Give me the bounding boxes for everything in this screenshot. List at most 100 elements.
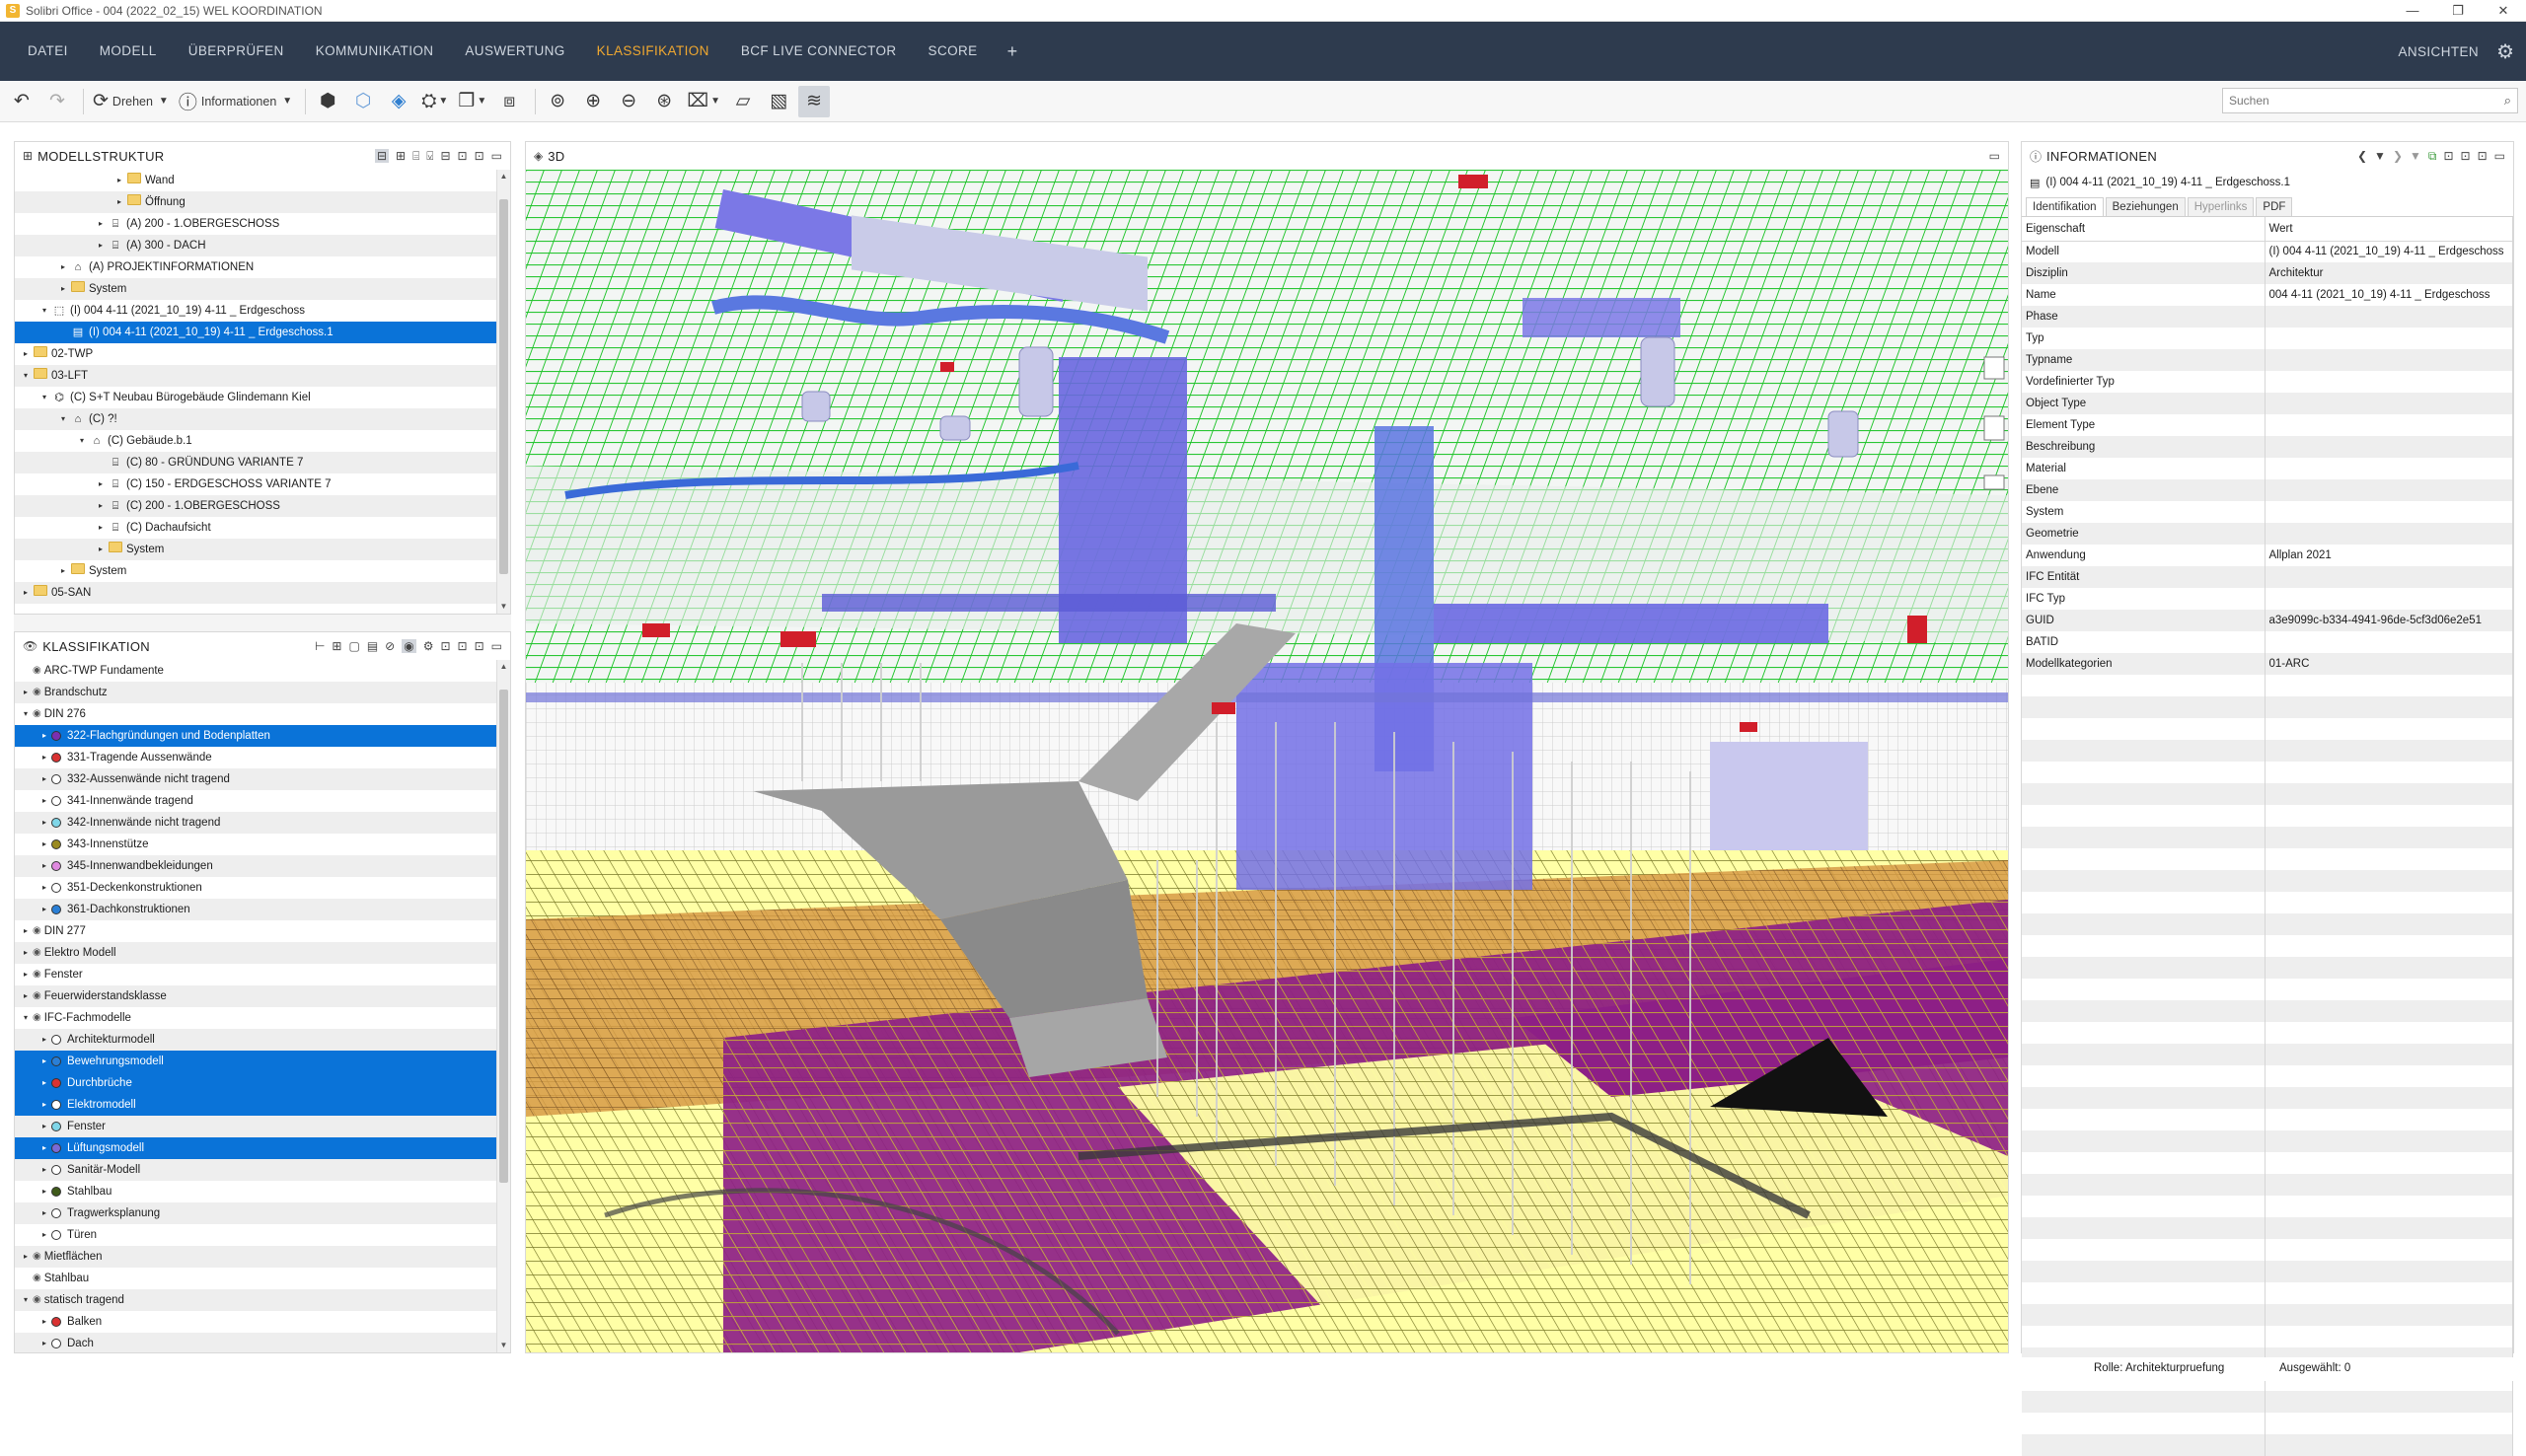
expand-arrow-icon[interactable]: ▸	[37, 1094, 51, 1116]
select-components-icon[interactable]: ⬡	[347, 86, 379, 117]
visibility-icon[interactable]: ⛭ ▼	[418, 86, 451, 117]
settings-icon[interactable]: ⚙	[423, 639, 434, 653]
structure-icon[interactable]: ⌸	[412, 149, 419, 164]
expand-arrow-icon[interactable]: ▸	[19, 582, 33, 604]
property-row[interactable]: Modell (I) 004 4-11 (2021_10_19) 4-11 _ E…	[2022, 241, 2513, 262]
expand-arrow-icon[interactable]: ▸	[19, 942, 33, 964]
panel-copy-icon[interactable]: ⊡	[458, 149, 468, 163]
transparency-icon[interactable]: ⌧ ▼	[684, 86, 723, 117]
classification-row[interactable]: ◉ ARC-TWP Fundamente	[15, 660, 510, 682]
select-objects-icon[interactable]: ⬢	[312, 86, 343, 117]
collapse-arrow-icon[interactable]: ▾	[37, 300, 51, 322]
expand-arrow-icon[interactable]: ▸	[19, 1246, 33, 1268]
expand-arrow-icon[interactable]: ▸	[94, 539, 108, 560]
classification-row[interactable]: ▸ Architekturmodell	[15, 1029, 510, 1051]
panel-paste-icon[interactable]: ⊡	[475, 149, 484, 163]
model-tree-row[interactable]: ▸ ⌸ (A) 300 - DACH	[15, 235, 510, 256]
add-layout-button[interactable]: +	[994, 41, 1032, 62]
classification-eye-icon[interactable]: ◉	[33, 682, 41, 703]
classification-row[interactable]: ▸ Dach	[15, 1333, 510, 1352]
menu-bcf-live-connector[interactable]: BCF LIVE CONNECTOR	[725, 22, 913, 81]
panel-maximize-icon[interactable]: ▭	[1989, 149, 2000, 163]
export-icon[interactable]: ⊡	[440, 639, 450, 653]
maximize-button[interactable]: ❐	[2435, 0, 2481, 22]
expand-arrow-icon[interactable]: ▸	[37, 877, 51, 899]
expand-arrow-icon[interactable]: ▸	[94, 495, 108, 517]
expand-arrow-icon[interactable]: ▸	[94, 473, 108, 495]
panel-maximize-icon[interactable]: ▭	[491, 149, 502, 163]
tab-pdf[interactable]: PDF	[2256, 197, 2293, 216]
menu-ueberpruefen[interactable]: ÜBERPRÜFEN	[173, 22, 300, 81]
panel-splitter[interactable]	[14, 615, 511, 631]
information-button[interactable]: ⓘ Informationen ▼	[176, 86, 295, 117]
model-tree-row[interactable]: ▤ (I) 004 4-11 (2021_10_19) 4-11 _ Erdges…	[15, 322, 510, 343]
classification-row[interactable]: ▸ 351-Deckenkonstruktionen	[15, 877, 510, 899]
expand-arrow-icon[interactable]: ▸	[37, 768, 51, 790]
classification-row[interactable]: ▸ ◉ Feuerwiderstandsklasse	[15, 985, 510, 1007]
collapse-all-icon[interactable]: ⊟	[440, 149, 450, 163]
expand-arrow-icon[interactable]: ▸	[19, 985, 33, 1007]
classification-row[interactable]: ▸ Balken	[15, 1311, 510, 1333]
classification-eye-icon[interactable]: ◉	[33, 985, 41, 1007]
property-row[interactable]: Modellkategorien 01-ARC	[2022, 653, 2513, 675]
map-icon[interactable]: ▧	[763, 86, 794, 117]
model-tree-row[interactable]: ▾ 03-LFT	[15, 365, 510, 387]
collapse-arrow-icon[interactable]: ▾	[19, 365, 33, 387]
expand-arrow-icon[interactable]: ▸	[37, 1224, 51, 1246]
expand-arrow-icon[interactable]: ▸	[37, 747, 51, 768]
property-row[interactable]: System	[2022, 501, 2513, 523]
zoom-selection-icon[interactable]: ⊛	[648, 86, 680, 117]
open-folder-icon[interactable]: ▤	[367, 639, 378, 653]
zoom-in-icon[interactable]: ⊕	[577, 86, 609, 117]
expand-arrow-icon[interactable]: ▸	[37, 1311, 51, 1333]
scroll-down-icon[interactable]: ▼	[497, 600, 510, 614]
classification-eye-icon[interactable]: ◉	[33, 942, 41, 964]
model-tree-row[interactable]: ▸ ⌸ (A) 200 - 1.OBERGESCHOSS	[15, 213, 510, 235]
layers-icon[interactable]: ≋	[798, 85, 831, 117]
menu-score[interactable]: SCORE	[913, 22, 994, 81]
scroll-down-icon[interactable]: ▼	[497, 1339, 510, 1352]
redo-icon[interactable]: ↷	[41, 86, 73, 117]
tab-hyperlinks[interactable]: Hyperlinks	[2187, 197, 2255, 216]
classification-eye-icon[interactable]: ◉	[33, 1289, 41, 1311]
expand-arrow-icon[interactable]: ▸	[37, 1116, 51, 1137]
expand-arrow-icon[interactable]: ▸	[37, 1202, 51, 1224]
ansichten-menu[interactable]: ANSICHTEN	[2398, 44, 2479, 59]
expand-arrow-icon[interactable]: ▸	[37, 834, 51, 855]
search-input[interactable]	[2229, 94, 2504, 108]
classification-eye-icon[interactable]: ◉	[33, 703, 41, 725]
model-tree-row[interactable]: ▾ ⌬ (C) S+T Neubau Bürogebäude Glindemann …	[15, 387, 510, 408]
expand-arrow-icon[interactable]: ▸	[37, 1051, 51, 1072]
classification-row[interactable]: ▸ 343-Innenstütze	[15, 834, 510, 855]
link-icon[interactable]: ⧉	[2428, 149, 2437, 164]
model-tree-row[interactable]: ▸ Wand	[15, 170, 510, 191]
expand-arrow-icon[interactable]: ▸	[56, 278, 70, 300]
expand-arrow-icon[interactable]: ▸	[37, 812, 51, 834]
model-tree-row[interactable]: ▸ ⌸ (C) 200 - 1.OBERGESCHOSS	[15, 495, 510, 517]
expand-arrow-icon[interactable]: ▸	[56, 256, 70, 278]
model-tree-row[interactable]: ▾ ⌂ (C) ?!	[15, 408, 510, 430]
expand-arrow-icon[interactable]: ▸	[19, 920, 33, 942]
filter-icon[interactable]: ⍌	[426, 149, 433, 164]
classification-eye-icon[interactable]: ◉	[33, 1246, 41, 1268]
classification-eye-icon[interactable]: ◉	[33, 920, 41, 942]
property-row[interactable]: Element Type	[2022, 414, 2513, 436]
hierarchy-icon[interactable]: ⊞	[396, 149, 406, 163]
menu-modell[interactable]: MODELL	[84, 22, 173, 81]
clear-icon[interactable]: ⊘	[385, 639, 395, 653]
rotate-button[interactable]: ⟳ Drehen ▼	[90, 86, 172, 117]
property-row[interactable]: Ebene	[2022, 479, 2513, 501]
classification-row[interactable]: ▸ Stahlbau	[15, 1181, 510, 1202]
property-row[interactable]: Disziplin Architektur	[2022, 262, 2513, 284]
classification-row[interactable]: ▾ ◉ IFC-Fachmodelle	[15, 1007, 510, 1029]
panel-paste-icon[interactable]: ⊡	[475, 639, 484, 653]
classification-eye-icon[interactable]: ◉	[33, 1268, 41, 1289]
model-tree-row[interactable]: ▸ System	[15, 539, 510, 560]
column-header-property[interactable]: Eigenschaft	[2022, 217, 2266, 242]
expand-arrow-icon[interactable]: ▸	[37, 725, 51, 747]
expand-arrow-icon[interactable]: ▸	[94, 213, 108, 235]
menu-kommunikation[interactable]: KOMMUNIKATION	[300, 22, 450, 81]
classification-row[interactable]: ▸ ◉ Elektro Modell	[15, 942, 510, 964]
back-icon[interactable]: ❮	[2357, 149, 2367, 163]
model-tree-row[interactable]: ▸ 02-TWP	[15, 343, 510, 365]
